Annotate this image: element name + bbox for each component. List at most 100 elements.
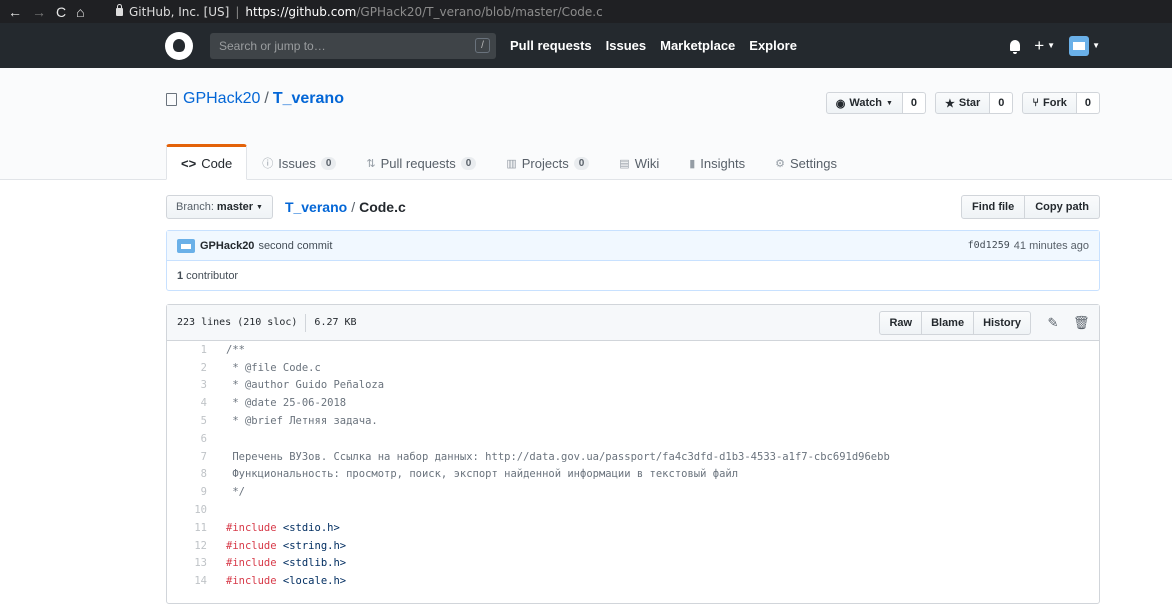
fork-count[interactable]: 0 xyxy=(1076,92,1100,114)
book-icon: ▤ xyxy=(619,157,630,170)
branch-select-button[interactable]: Branch: master ▼ xyxy=(166,195,273,219)
nav-pull-requests[interactable]: Pull requests xyxy=(510,38,592,53)
find-file-button[interactable]: Find file xyxy=(961,195,1026,219)
repo-owner-link[interactable]: GPHack20 xyxy=(183,90,260,108)
line-number[interactable]: 9 xyxy=(167,486,217,498)
tab-insights[interactable]: ▮ Insights xyxy=(674,144,760,180)
repo-name-link[interactable]: T_verano xyxy=(273,90,344,108)
bell-icon[interactable] xyxy=(1010,40,1021,54)
code-icon: <> xyxy=(181,155,197,171)
raw-button[interactable]: Raw xyxy=(879,310,923,335)
line-content: #include <locale.h> xyxy=(217,575,346,587)
caret-down-icon: ▼ xyxy=(1047,41,1056,50)
url-host: https://github.com xyxy=(245,4,357,19)
forward-arrow-icon[interactable]: → xyxy=(32,5,46,19)
line-number[interactable]: 12 xyxy=(167,540,217,552)
tab-pull-requests[interactable]: ⇅ Pull requests 0 xyxy=(351,144,491,180)
fork-button[interactable]: ⑂ Fork xyxy=(1022,92,1077,114)
branch-prefix: Branch: xyxy=(176,201,214,213)
file-nav-buttons: Find file Copy path xyxy=(961,195,1100,219)
line-number[interactable]: 6 xyxy=(167,433,217,445)
copy-path-button[interactable]: Copy path xyxy=(1025,195,1100,219)
back-arrow-icon[interactable]: ← xyxy=(8,5,22,19)
line-content: * @date 25-06-2018 xyxy=(226,397,347,410)
url-path: /GPHack20/T_verano/blob/master/Code.c xyxy=(356,4,603,19)
line-number[interactable]: 11 xyxy=(167,522,217,534)
line-content: * @author Guido Peñaloza xyxy=(226,379,385,392)
gear-icon: ⚙ xyxy=(775,157,785,170)
line-number[interactable]: 14 xyxy=(167,575,217,587)
latest-commit: GPHack20 second commit f0d1259 41 minute… xyxy=(167,231,1099,261)
code-line: 14 #include <locale.h> xyxy=(167,572,1099,590)
reload-icon[interactable]: C xyxy=(56,5,66,19)
repo-header: GPHack20 / T_verano ◉ Watch ▼ 0 ★ Star 0 xyxy=(0,68,1172,180)
github-header: / Pull requests Issues Marketplace Explo… xyxy=(0,23,1172,68)
github-logo-icon[interactable] xyxy=(165,31,193,60)
avatar[interactable] xyxy=(177,238,195,253)
line-number[interactable]: 5 xyxy=(167,415,217,427)
nav-explore[interactable]: Explore xyxy=(749,38,797,53)
plus-icon: + xyxy=(1034,36,1045,55)
fork-label: Fork xyxy=(1043,97,1067,109)
tab-label: Code xyxy=(201,155,233,171)
tab-settings[interactable]: ⚙ Settings xyxy=(760,144,852,180)
commit-sha[interactable]: f0d1259 xyxy=(968,240,1010,252)
repo-book-icon xyxy=(166,92,177,106)
caret-down-icon: ▼ xyxy=(256,203,263,211)
breadcrumb-separator: / xyxy=(351,199,356,215)
star-count[interactable]: 0 xyxy=(990,92,1014,114)
commit-message[interactable]: second commit xyxy=(258,240,332,252)
code-line: 12 #include <string.h> xyxy=(167,537,1099,555)
file-navigation: Branch: master ▼ T_verano / Code.c Find … xyxy=(166,195,1100,219)
address-bar[interactable]: GitHub, Inc. [US] | https://github.com /… xyxy=(116,3,603,19)
trash-icon[interactable]: 🗑 xyxy=(1073,315,1090,331)
line-content: Функциональность: просмотр, поиск, экспо… xyxy=(226,468,739,481)
line-number[interactable]: 1 xyxy=(167,344,217,356)
tab-issues[interactable]: ⓘ Issues 0 xyxy=(247,144,351,180)
code-line: 5 * @brief Летняя задача. xyxy=(167,412,1099,430)
blame-button[interactable]: Blame xyxy=(921,310,975,335)
user-menu[interactable]: ▼ xyxy=(1069,35,1100,56)
code-view: 1/** 2 * @file Code.c 3 * @author Guido Pe… xyxy=(167,341,1099,590)
breadcrumb: T_verano / Code.c xyxy=(285,199,406,215)
star-label: Star xyxy=(958,97,981,109)
contributors-row[interactable]: 1 contributor xyxy=(167,261,1099,290)
pencil-icon[interactable]: ✎ xyxy=(1045,315,1061,331)
code-line: 13 #include <stdlib.h> xyxy=(167,555,1099,573)
commit-author[interactable]: GPHack20 xyxy=(200,240,254,252)
star-icon: ★ xyxy=(945,97,955,110)
line-number[interactable]: 3 xyxy=(167,379,217,391)
tab-projects[interactable]: ▥ Projects 0 xyxy=(491,144,604,180)
keyword: #include xyxy=(226,539,277,552)
line-number[interactable]: 4 xyxy=(167,397,217,409)
file-button-group: Raw Blame History xyxy=(879,310,1031,335)
line-number[interactable]: 7 xyxy=(167,451,217,463)
history-button[interactable]: History xyxy=(973,310,1031,335)
line-number[interactable]: 10 xyxy=(167,504,217,516)
issue-icon: ⓘ xyxy=(262,158,274,170)
code-line: 11 #include <stdio.h> xyxy=(167,519,1099,537)
code-line: 10 xyxy=(167,501,1099,519)
breadcrumb-repo-link[interactable]: T_verano xyxy=(285,199,347,215)
file-info: 223 lines (210 sloc) 6.27 KB xyxy=(177,313,357,332)
tab-counter: 0 xyxy=(460,156,477,170)
tab-code[interactable]: <> Code xyxy=(166,144,248,180)
keyword: #include xyxy=(226,521,277,534)
search-input[interactable] xyxy=(219,38,475,53)
star-button[interactable]: ★ Star xyxy=(935,92,991,114)
line-number[interactable]: 2 xyxy=(167,362,217,374)
browser-nav: ← → C ⌂ xyxy=(0,5,116,19)
star-group: ★ Star 0 xyxy=(935,92,1014,114)
nav-issues[interactable]: Issues xyxy=(606,38,646,53)
watch-count[interactable]: 0 xyxy=(902,92,927,114)
search-box[interactable]: / xyxy=(210,32,496,59)
fork-icon: ⑂ xyxy=(1032,97,1040,109)
watch-button[interactable]: ◉ Watch ▼ xyxy=(825,92,903,114)
line-number[interactable]: 8 xyxy=(167,468,217,480)
code-line: 3 * @author Guido Peñaloza xyxy=(167,377,1099,395)
home-icon[interactable]: ⌂ xyxy=(76,5,84,19)
tab-wiki[interactable]: ▤ Wiki xyxy=(604,144,674,180)
nav-marketplace[interactable]: Marketplace xyxy=(660,38,735,53)
file-info-divider xyxy=(305,313,307,332)
create-new-menu[interactable]: + ▼ xyxy=(1034,37,1055,54)
